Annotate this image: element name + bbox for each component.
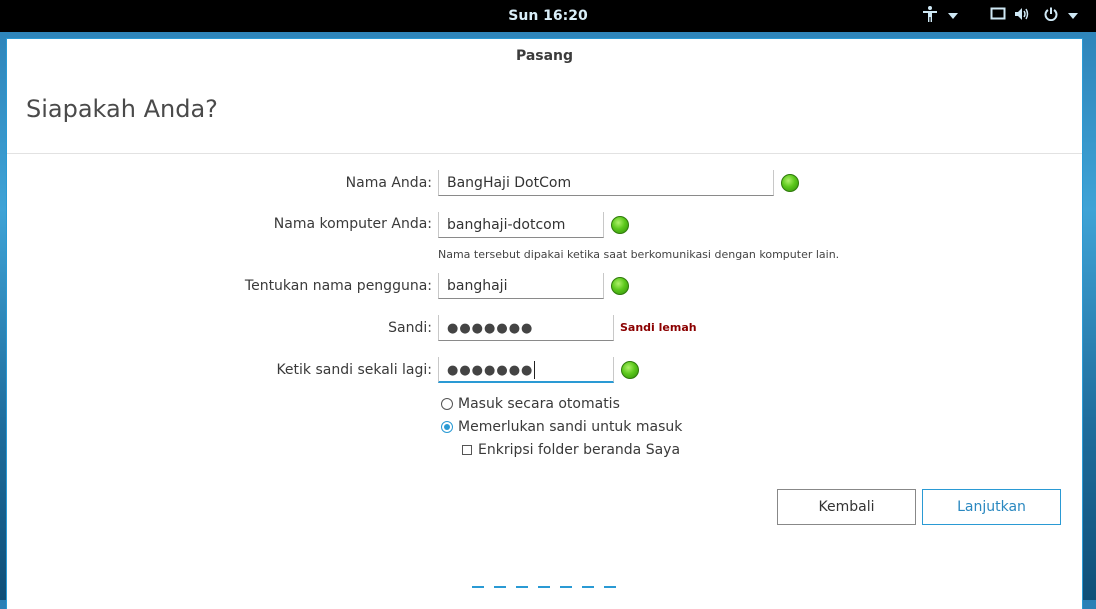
require-password-option[interactable]: Memerlukan sandi untuk masuk xyxy=(441,419,682,435)
top-panel: Sun 16:20 xyxy=(0,0,1096,32)
progress-dash xyxy=(472,586,484,588)
password-mask: ●●●●●●● xyxy=(447,321,534,336)
progress-dash xyxy=(560,586,572,588)
page-title: Siapakah Anda? xyxy=(26,95,218,123)
require-password-radio[interactable] xyxy=(441,421,453,433)
progress-dash xyxy=(582,586,594,588)
encrypt-home-checkbox[interactable] xyxy=(462,445,472,455)
username-label: Tentukan nama pengguna: xyxy=(244,278,432,294)
progress-dash xyxy=(494,586,506,588)
encrypt-home-option[interactable]: Enkripsi folder beranda Saya xyxy=(462,442,680,458)
require-password-label: Memerlukan sandi untuk masuk xyxy=(458,419,683,435)
name-ok-icon xyxy=(781,174,799,192)
power-icon xyxy=(1044,7,1058,25)
confirm-password-mask: ●●●●●●● xyxy=(447,363,534,378)
username-ok-icon xyxy=(611,277,629,295)
text-caret xyxy=(534,361,536,379)
system-menu[interactable] xyxy=(986,0,1084,32)
progress-dash xyxy=(604,586,616,588)
name-value: BangHaji DotCom xyxy=(447,175,572,191)
computer-name-hint: Nama tersebut dipakai ketika saat berkom… xyxy=(438,248,840,261)
password-field[interactable]: ●●●●●●● xyxy=(438,315,614,341)
confirm-password-field[interactable]: ●●●●●●● xyxy=(438,357,614,383)
computer-name-ok-icon xyxy=(611,216,629,234)
encrypt-home-label: Enkripsi folder beranda Saya xyxy=(478,442,681,458)
computer-name-label: Nama komputer Anda: xyxy=(273,216,432,232)
step-progress-indicator xyxy=(472,586,626,588)
volume-icon xyxy=(1014,7,1030,25)
username-field[interactable]: banghaji xyxy=(438,273,604,299)
confirm-password-label: Ketik sandi sekali lagi: xyxy=(276,362,432,378)
password-label: Sandi: xyxy=(388,320,432,336)
auto-login-radio[interactable] xyxy=(441,398,453,410)
computer-name-value: banghaji-dotcom xyxy=(447,217,566,233)
name-field[interactable]: BangHaji DotCom xyxy=(438,170,774,196)
dropdown-icon[interactable] xyxy=(1068,13,1078,19)
dropdown-icon[interactable] xyxy=(948,13,958,19)
computer-name-field[interactable]: banghaji-dotcom xyxy=(438,212,604,238)
password-strength: Sandi lemah xyxy=(620,321,697,334)
name-label: Nama Anda: xyxy=(345,175,432,191)
accessibility-menu[interactable] xyxy=(918,0,964,32)
confirm-password-ok-icon xyxy=(621,361,639,379)
accessibility-icon[interactable] xyxy=(922,5,938,27)
window-title: Pasang xyxy=(515,48,574,64)
progress-dash xyxy=(538,586,550,588)
progress-dash xyxy=(516,586,528,588)
installer-window: Pasang Siapakah Anda? Nama Anda: BangHaj… xyxy=(6,38,1083,609)
auto-login-option[interactable]: Masuk secara otomatis xyxy=(441,396,620,412)
screen-icon xyxy=(990,7,1006,25)
auto-login-label: Masuk secara otomatis xyxy=(458,396,620,412)
back-button[interactable]: Kembali xyxy=(777,489,916,525)
username-value: banghaji xyxy=(447,278,508,294)
continue-button[interactable]: Lanjutkan xyxy=(922,489,1061,525)
